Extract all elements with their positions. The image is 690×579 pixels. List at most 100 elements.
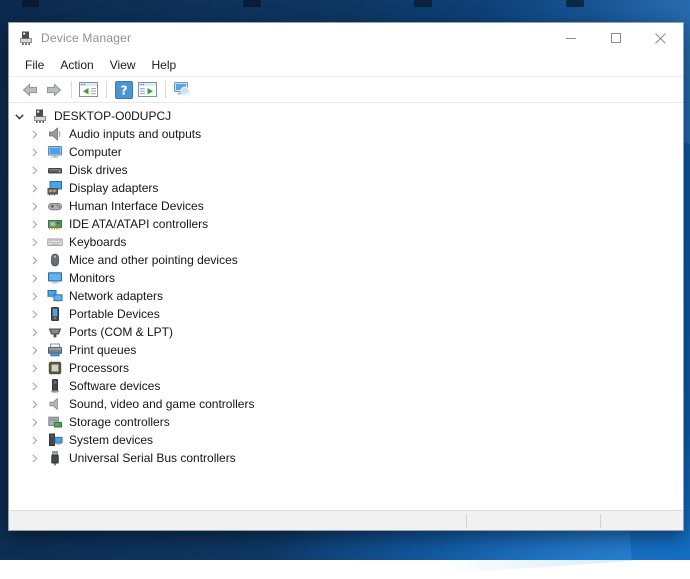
toolbar-separator [71,81,72,98]
close-icon [655,33,666,44]
usb-icon [47,450,63,466]
tree-item-label: Software devices [69,379,160,393]
chevron-right-icon[interactable] [28,380,41,393]
chevron-right-icon[interactable] [28,200,41,213]
tree-item-label: Print queues [69,343,136,357]
tree-item[interactable]: Ports (COM & LPT) [9,323,683,341]
chevron-right-icon[interactable] [28,344,41,357]
back-button[interactable] [18,78,41,101]
menu-item-help[interactable]: Help [144,55,185,75]
tree-item[interactable]: Network adapters [9,287,683,305]
chevron-right-icon[interactable] [28,416,41,429]
chevron-right-icon[interactable] [28,308,41,321]
forward-button[interactable] [42,78,65,101]
network-adapter-icon [47,288,63,304]
show-hide-console-tree-button[interactable] [77,78,100,101]
tree-item[interactable]: Mice and other pointing devices [9,251,683,269]
menu-bar: FileActionViewHelp [9,53,683,76]
tree-item-label: Disk drives [69,163,128,177]
tree-item-label: Storage controllers [69,415,170,429]
tree-item[interactable]: Storage controllers [9,413,683,431]
serial-port-icon [47,324,63,340]
menu-item-file[interactable]: File [17,55,52,75]
back-icon [21,82,39,98]
toolbar-separator [106,81,107,98]
tree-item[interactable]: Disk drives [9,161,683,179]
toolbar-separator [165,81,166,98]
menu-item-view[interactable]: View [102,55,144,75]
tree-item[interactable]: Keyboards [9,233,683,251]
chevron-right-icon[interactable] [28,128,41,141]
tree-item[interactable]: Software devices [9,377,683,395]
menu-item-action[interactable]: Action [52,55,101,75]
portable-device-icon [47,306,63,322]
display-adapter-icon [47,180,63,196]
chevron-right-icon[interactable] [28,452,41,465]
chevron-right-icon[interactable] [28,290,41,303]
tree-item[interactable]: Computer [9,143,683,161]
chevron-right-icon[interactable] [28,326,41,339]
chevron-right-icon[interactable] [28,434,41,447]
chevron-right-icon[interactable] [28,236,41,249]
chevron-down-icon[interactable] [13,110,26,123]
desktop-icon-fragment [414,0,432,7]
svg-text:?: ? [120,82,127,97]
status-bar-divider [600,514,601,528]
tree-item-label: Sound, video and game controllers [69,397,254,411]
tree-item[interactable]: Display adapters [9,179,683,197]
storage-controller-icon [47,414,63,430]
tree-item[interactable]: Human Interface Devices [9,197,683,215]
status-bar-divider [466,514,467,528]
chevron-right-icon[interactable] [28,254,41,267]
device-manager-icon [18,30,34,46]
chevron-right-icon[interactable] [28,164,41,177]
toolbar: ? [9,76,683,103]
printer-icon [47,342,63,358]
tree-item-root[interactable]: DESKTOP-O0DUPCJ [9,107,683,125]
tree-item[interactable]: Audio inputs and outputs [9,125,683,143]
tree-item-label: System devices [69,433,153,447]
monitor-icon [47,270,63,286]
caption-buttons [548,23,683,53]
disk-drive-icon [47,162,63,178]
tree-item[interactable]: IDE ATA/ATAPI controllers [9,215,683,233]
chevron-right-icon[interactable] [28,398,41,411]
tree-item[interactable]: Sound, video and game controllers [9,395,683,413]
chevron-right-icon[interactable] [28,218,41,231]
tree-item-label: Processors [69,361,129,375]
show-hide-action-pane-button[interactable] [136,78,159,101]
tree-item-label: Audio inputs and outputs [69,127,201,141]
mouse-icon [47,252,63,268]
maximize-icon [611,33,621,43]
desktop-icon-fragment [566,0,584,7]
tree-item[interactable]: Print queues [9,341,683,359]
chevron-right-icon[interactable] [28,362,41,375]
tree-item[interactable]: Universal Serial Bus controllers [9,449,683,467]
chevron-right-icon[interactable] [28,182,41,195]
chevron-right-icon[interactable] [28,146,41,159]
title-bar[interactable]: Device Manager [9,23,683,53]
tree-item[interactable]: Processors [9,359,683,377]
console-tree-icon [79,82,98,97]
tree-item-label: Universal Serial Bus controllers [69,451,236,465]
help-button[interactable]: ? [112,78,135,101]
desktop: Device Manager FileActionViewHelp ? DESK… [0,0,690,560]
chevron-right-icon[interactable] [28,272,41,285]
maximize-button[interactable] [593,23,638,53]
system-device-icon [47,432,63,448]
tree-item-label: Keyboards [69,235,126,249]
scan-for-hardware-changes-button[interactable] [171,78,194,101]
tree-item[interactable]: System devices [9,431,683,449]
speaker-icon [47,396,63,412]
scan-hardware-icon [173,81,192,98]
tree-item-label: Monitors [69,271,115,285]
window-title: Device Manager [41,31,131,45]
device-tree: DESKTOP-O0DUPCJ Audio inputs and outputs C… [9,103,683,510]
tree-item[interactable]: Monitors [9,269,683,287]
tree-item[interactable]: Portable Devices [9,305,683,323]
tree-item-label: Computer [69,145,122,159]
close-button[interactable] [638,23,683,53]
tree-item-label: IDE ATA/ATAPI controllers [69,217,208,231]
tree-item-label: DESKTOP-O0DUPCJ [54,109,171,123]
minimize-button[interactable] [548,23,593,53]
